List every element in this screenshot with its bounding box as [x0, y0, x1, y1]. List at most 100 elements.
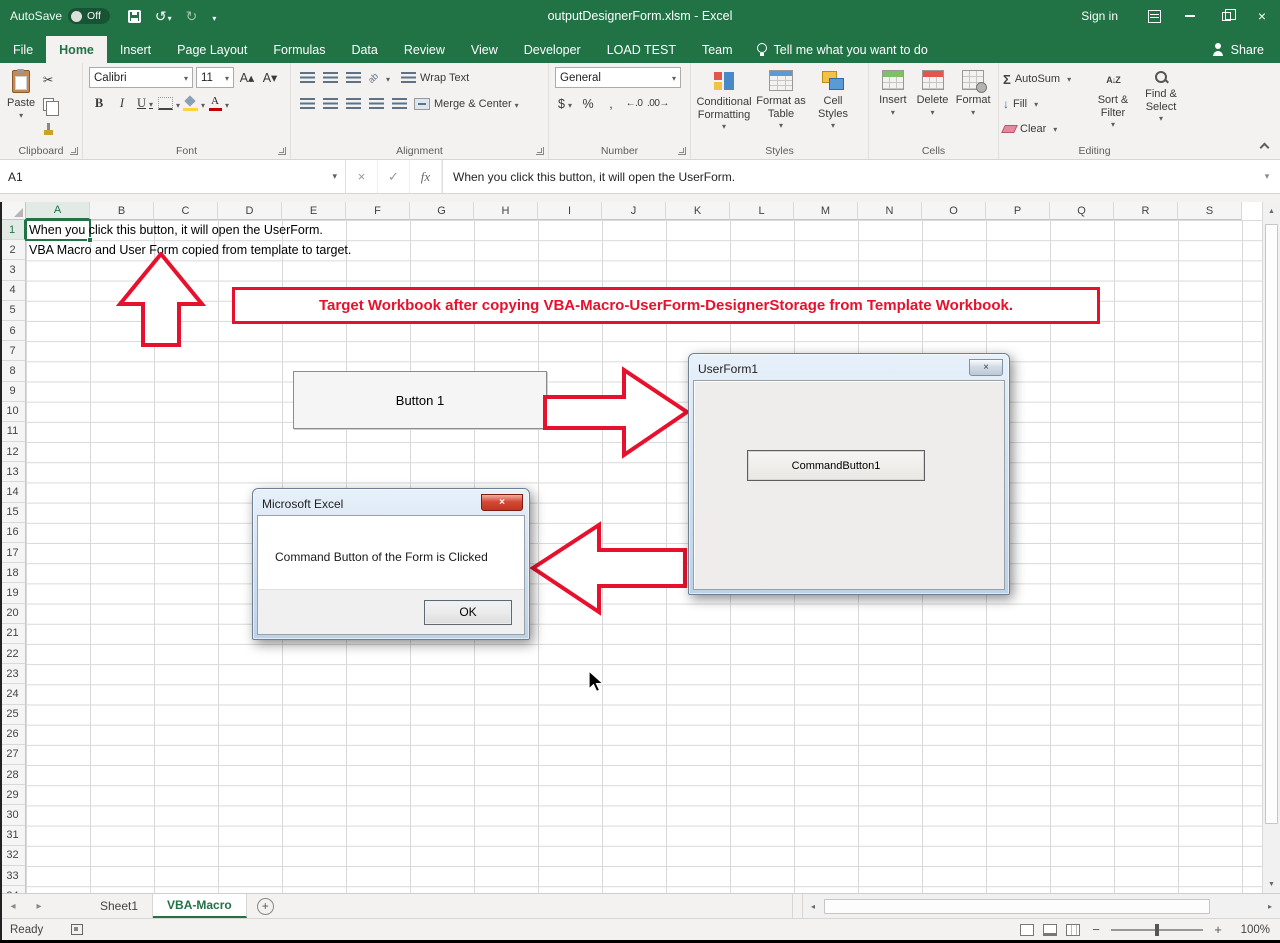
- zoom-in-button[interactable]: +: [1211, 922, 1225, 937]
- column-header-I[interactable]: I: [538, 202, 602, 220]
- message-box-close-button[interactable]: ×: [481, 493, 523, 511]
- column-header-H[interactable]: H: [474, 202, 538, 220]
- row-header-17[interactable]: 17: [0, 543, 26, 564]
- row-header-20[interactable]: 20: [0, 603, 26, 624]
- row-header-10[interactable]: 10: [0, 401, 26, 422]
- clear-button[interactable]: Clear: [1001, 119, 1089, 139]
- row-header-28[interactable]: 28: [0, 765, 26, 786]
- column-header-D[interactable]: D: [218, 202, 282, 220]
- cancel-button[interactable]: ×: [346, 160, 378, 193]
- zoom-out-button[interactable]: −: [1089, 922, 1103, 937]
- customize-qat-button[interactable]: [211, 8, 216, 24]
- userform-close-button[interactable]: ×: [969, 358, 1003, 376]
- row-header-8[interactable]: 8: [0, 361, 26, 382]
- row-header-25[interactable]: 25: [0, 704, 26, 725]
- percent-style-button[interactable]: %: [578, 94, 598, 114]
- column-header-C[interactable]: C: [154, 202, 218, 220]
- column-header-K[interactable]: K: [666, 202, 730, 220]
- italic-button[interactable]: I: [112, 94, 132, 114]
- row-header-1[interactable]: 1: [0, 220, 26, 241]
- autosum-button[interactable]: Σ AutoSum: [1003, 69, 1089, 89]
- restore-button[interactable]: [1208, 0, 1244, 32]
- hscroll-right-icon[interactable]: ▸: [1261, 902, 1279, 911]
- ok-button[interactable]: OK: [424, 599, 512, 625]
- userform-command-button[interactable]: CommandButton1: [747, 450, 925, 481]
- row-header-7[interactable]: 7: [0, 341, 26, 362]
- row-header-14[interactable]: 14: [0, 482, 26, 503]
- autosave-control[interactable]: AutoSave Off: [10, 8, 110, 24]
- column-header-J[interactable]: J: [602, 202, 666, 220]
- name-box[interactable]: A1 ▾: [0, 160, 346, 193]
- accounting-format-button[interactable]: $: [555, 94, 575, 114]
- underline-dropdown-icon[interactable]: [146, 96, 153, 111]
- zoom-slider-thumb[interactable]: [1155, 923, 1159, 936]
- row-header-22[interactable]: 22: [0, 643, 26, 665]
- close-button[interactable]: ×: [1244, 0, 1280, 32]
- insert-function-button[interactable]: fx: [410, 160, 442, 193]
- column-header-E[interactable]: E: [282, 202, 346, 220]
- cut-button[interactable]: ✂: [38, 69, 58, 89]
- minimize-button[interactable]: [1172, 0, 1208, 32]
- horizontal-scrollbar[interactable]: ◂ ▸: [802, 894, 1280, 918]
- message-box-title-bar[interactable]: Microsoft Excel ×: [253, 489, 529, 515]
- tab-developer[interactable]: Developer: [511, 36, 594, 63]
- decrease-decimal-button[interactable]: .00→: [647, 94, 669, 114]
- tell-me-box[interactable]: Tell me what you want to do: [756, 36, 928, 63]
- merge-center-button[interactable]: Merge & Center: [414, 94, 519, 114]
- tab-file[interactable]: File: [0, 36, 46, 63]
- font-dialog-launcher[interactable]: [278, 147, 286, 155]
- userform-title-bar[interactable]: UserForm1 ×: [689, 354, 1009, 380]
- row-header-23[interactable]: 23: [0, 664, 26, 685]
- row-header-29[interactable]: 29: [0, 785, 26, 806]
- row-header-5[interactable]: 5: [0, 300, 26, 321]
- record-macro-icon[interactable]: [71, 924, 84, 935]
- align-center-button[interactable]: [320, 94, 340, 114]
- vertical-scroll-thumb[interactable]: [1265, 224, 1278, 824]
- row-header-19[interactable]: 19: [0, 583, 26, 604]
- hscroll-track[interactable]: [822, 898, 1261, 915]
- orientation-dropdown-icon[interactable]: [383, 71, 390, 85]
- font-color-button[interactable]: A: [208, 94, 229, 114]
- row-header-21[interactable]: 21: [0, 623, 26, 644]
- column-header-M[interactable]: M: [794, 202, 858, 220]
- sheet-tab-vba-macro[interactable]: VBA-Macro: [153, 894, 247, 918]
- insert-cells-button[interactable]: Insert: [873, 67, 913, 117]
- hscroll-left-icon[interactable]: ◂: [804, 902, 822, 911]
- clear-dropdown-icon[interactable]: [1050, 123, 1057, 135]
- column-header-F[interactable]: F: [346, 202, 410, 220]
- shrink-font-button[interactable]: A▾: [260, 68, 280, 88]
- wrap-text-button[interactable]: Wrap Text: [401, 68, 469, 88]
- bold-button[interactable]: B: [89, 94, 109, 114]
- page-break-view-button[interactable]: [1066, 923, 1080, 936]
- row-header-18[interactable]: 18: [0, 563, 26, 584]
- row-header-11[interactable]: 11: [0, 421, 26, 443]
- find-select-button[interactable]: Find & Select: [1137, 67, 1185, 139]
- row-header-34[interactable]: 34: [0, 886, 26, 893]
- name-box-dropdown-icon[interactable]: ▾: [332, 171, 337, 182]
- row-header-24[interactable]: 24: [0, 684, 26, 705]
- tab-formulas[interactable]: Formulas: [260, 36, 338, 63]
- column-header-S[interactable]: S: [1178, 202, 1242, 220]
- tab-view[interactable]: View: [458, 36, 511, 63]
- format-as-table-button[interactable]: Format as Table: [753, 67, 809, 131]
- collapse-ribbon-icon[interactable]: [1259, 142, 1270, 153]
- tab-review[interactable]: Review: [391, 36, 458, 63]
- column-header-N[interactable]: N: [858, 202, 922, 220]
- row-header-33[interactable]: 33: [0, 866, 26, 887]
- fill-color-dropdown-icon[interactable]: [198, 97, 205, 111]
- cell-styles-button[interactable]: Cell Styles: [809, 67, 857, 131]
- font-size-combo[interactable]: 11: [196, 67, 234, 88]
- scroll-down-icon[interactable]: ▼: [1263, 875, 1280, 893]
- font-name-combo[interactable]: Calibri: [89, 67, 193, 88]
- tab-data[interactable]: Data: [338, 36, 390, 63]
- increase-indent-button[interactable]: [389, 94, 409, 114]
- zoom-value[interactable]: 100%: [1234, 924, 1270, 936]
- align-left-button[interactable]: [297, 94, 317, 114]
- row-header-15[interactable]: 15: [0, 502, 26, 523]
- tab-home[interactable]: Home: [46, 36, 107, 63]
- fill-color-button[interactable]: [183, 94, 205, 114]
- font-color-dropdown-icon[interactable]: [222, 97, 229, 111]
- select-all-corner[interactable]: [0, 202, 26, 220]
- row-header-12[interactable]: 12: [0, 442, 26, 463]
- row-header-32[interactable]: 32: [0, 845, 26, 866]
